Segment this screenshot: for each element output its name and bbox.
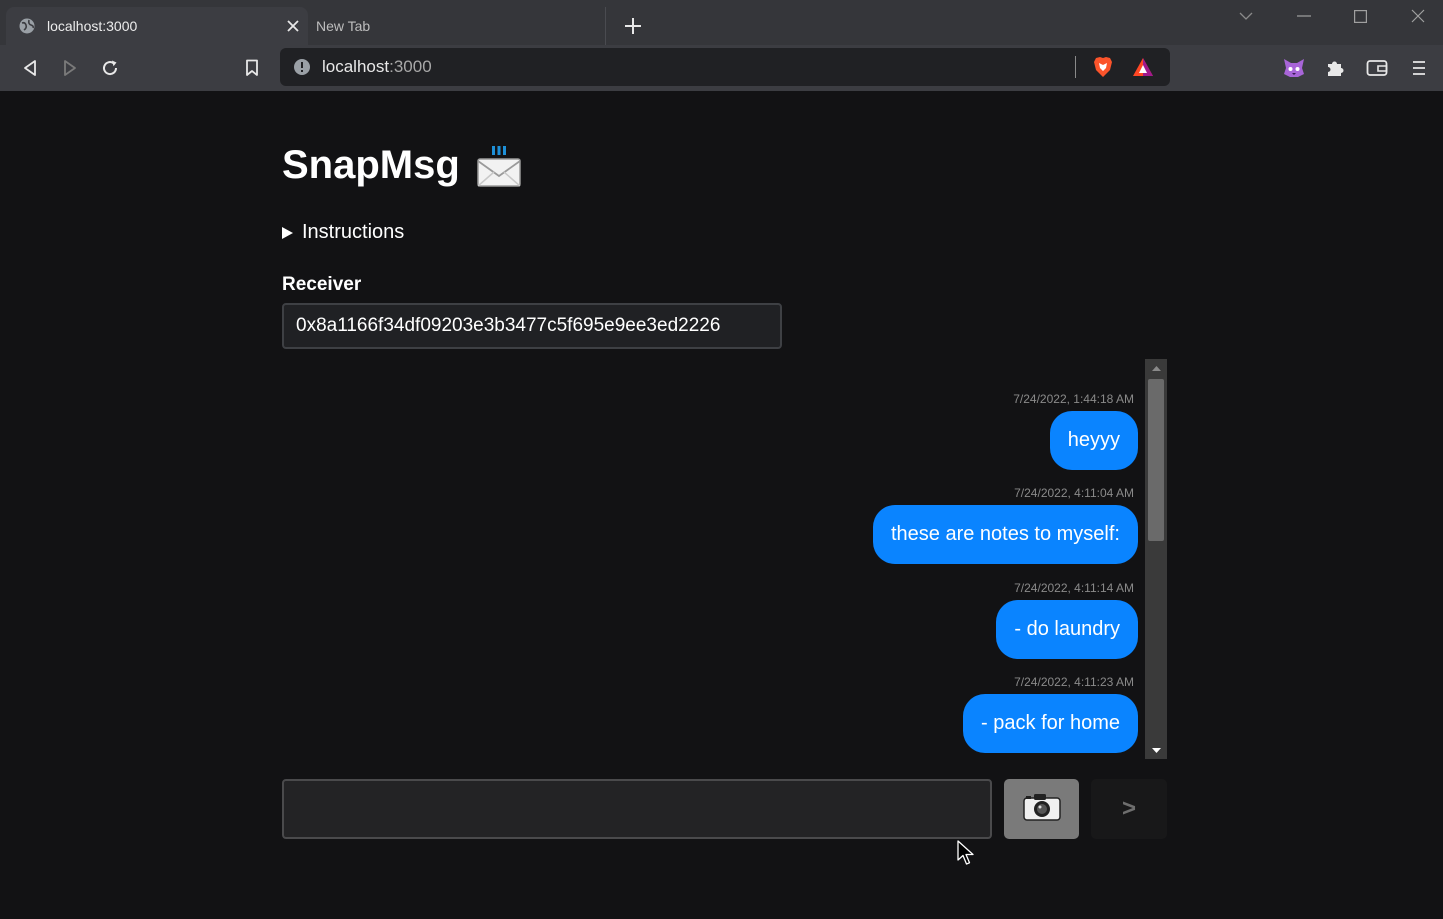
new-tab-button[interactable] — [621, 14, 645, 38]
window-close-icon[interactable] — [1406, 6, 1430, 26]
wallet-icon[interactable] — [1364, 55, 1390, 81]
brave-lion-icon[interactable] — [1090, 54, 1116, 80]
message-input[interactable] — [282, 779, 992, 839]
message-item: 7/24/2022, 4:11:23 AM - pack for home — [963, 675, 1138, 753]
url-port: :3000 — [389, 57, 432, 76]
tab-title: New Tab — [316, 18, 371, 34]
info-icon[interactable] — [292, 57, 312, 77]
message-bubble: - do laundry — [996, 600, 1138, 659]
message-list[interactable]: 7/24/2022, 1:44:18 AM heyyy 7/24/2022, 4… — [282, 359, 1167, 759]
rewards-triangle-icon[interactable] — [1130, 54, 1156, 80]
globe-icon — [19, 18, 35, 34]
back-arrow-icon[interactable] — [17, 55, 43, 81]
hamburger-menu-icon[interactable] — [1406, 55, 1432, 81]
receiver-label: Receiver — [282, 274, 362, 295]
maximize-icon[interactable] — [1348, 6, 1372, 26]
incoming-envelope-icon — [476, 144, 522, 188]
scroll-down-arrow-icon[interactable] — [1145, 741, 1167, 759]
send-button[interactable]: > — [1091, 779, 1167, 839]
page-title: SnapMsg — [282, 143, 522, 188]
bookmark-icon[interactable] — [239, 55, 265, 81]
reload-icon[interactable] — [97, 55, 123, 81]
url-divider — [1075, 56, 1076, 78]
mouse-cursor-icon — [957, 840, 975, 871]
tab-new-tab[interactable]: New Tab — [308, 7, 606, 45]
close-icon[interactable] — [278, 20, 308, 32]
disclosure-triangle-icon — [282, 226, 293, 239]
tab-title: localhost:3000 — [47, 18, 138, 34]
puzzle-icon[interactable] — [1322, 55, 1348, 81]
camera-button[interactable] — [1004, 779, 1079, 839]
message-item: 7/24/2022, 4:11:04 AM these are notes to… — [872, 486, 1138, 564]
message-scrollbar[interactable] — [1145, 359, 1167, 759]
tab-strip: localhost:3000 New Tab — [0, 0, 1443, 45]
metamask-fox-icon[interactable] — [1281, 55, 1307, 81]
message-timestamp: 7/24/2022, 4:11:14 AM — [1014, 581, 1134, 595]
receiver-input[interactable] — [282, 303, 782, 349]
forward-arrow-icon[interactable] — [57, 55, 83, 81]
message-timestamp: 7/24/2022, 4:11:04 AM — [1014, 486, 1134, 500]
message-item: 7/24/2022, 4:11:14 AM - do laundry — [996, 581, 1138, 659]
tab-search-chevron-icon[interactable] — [1234, 6, 1258, 26]
page-content: SnapMsg Instructions Receiver 7/24/2022,… — [0, 91, 1443, 919]
url-host: localhost — [322, 57, 390, 76]
browser-toolbar: localhost:3000 — [0, 45, 1443, 91]
instructions-label: Instructions — [302, 221, 405, 243]
message-item: 7/24/2022, 1:44:18 AM heyyy — [1013, 392, 1138, 470]
address-bar[interactable]: localhost:3000 — [280, 48, 1170, 86]
message-scroll-area: 7/24/2022, 1:44:18 AM heyyy 7/24/2022, 4… — [282, 359, 1144, 759]
minimize-icon[interactable] — [1292, 6, 1316, 26]
tab-localhost[interactable]: localhost:3000 — [6, 7, 308, 45]
camera-icon — [1022, 793, 1061, 826]
instructions-toggle[interactable]: Instructions — [282, 221, 404, 244]
message-timestamp: 7/24/2022, 4:11:23 AM — [1014, 675, 1134, 689]
url-text[interactable]: localhost:3000 — [322, 57, 1075, 77]
message-bubble: these are notes to myself: — [872, 505, 1138, 564]
message-timestamp: 7/24/2022, 1:44:18 AM — [1013, 392, 1134, 406]
message-bubble: - pack for home — [963, 694, 1138, 753]
message-bubble: heyyy — [1049, 411, 1138, 470]
app-title-text: SnapMsg — [282, 143, 460, 187]
scrollbar-thumb[interactable] — [1148, 379, 1164, 541]
scroll-up-arrow-icon[interactable] — [1145, 359, 1167, 377]
